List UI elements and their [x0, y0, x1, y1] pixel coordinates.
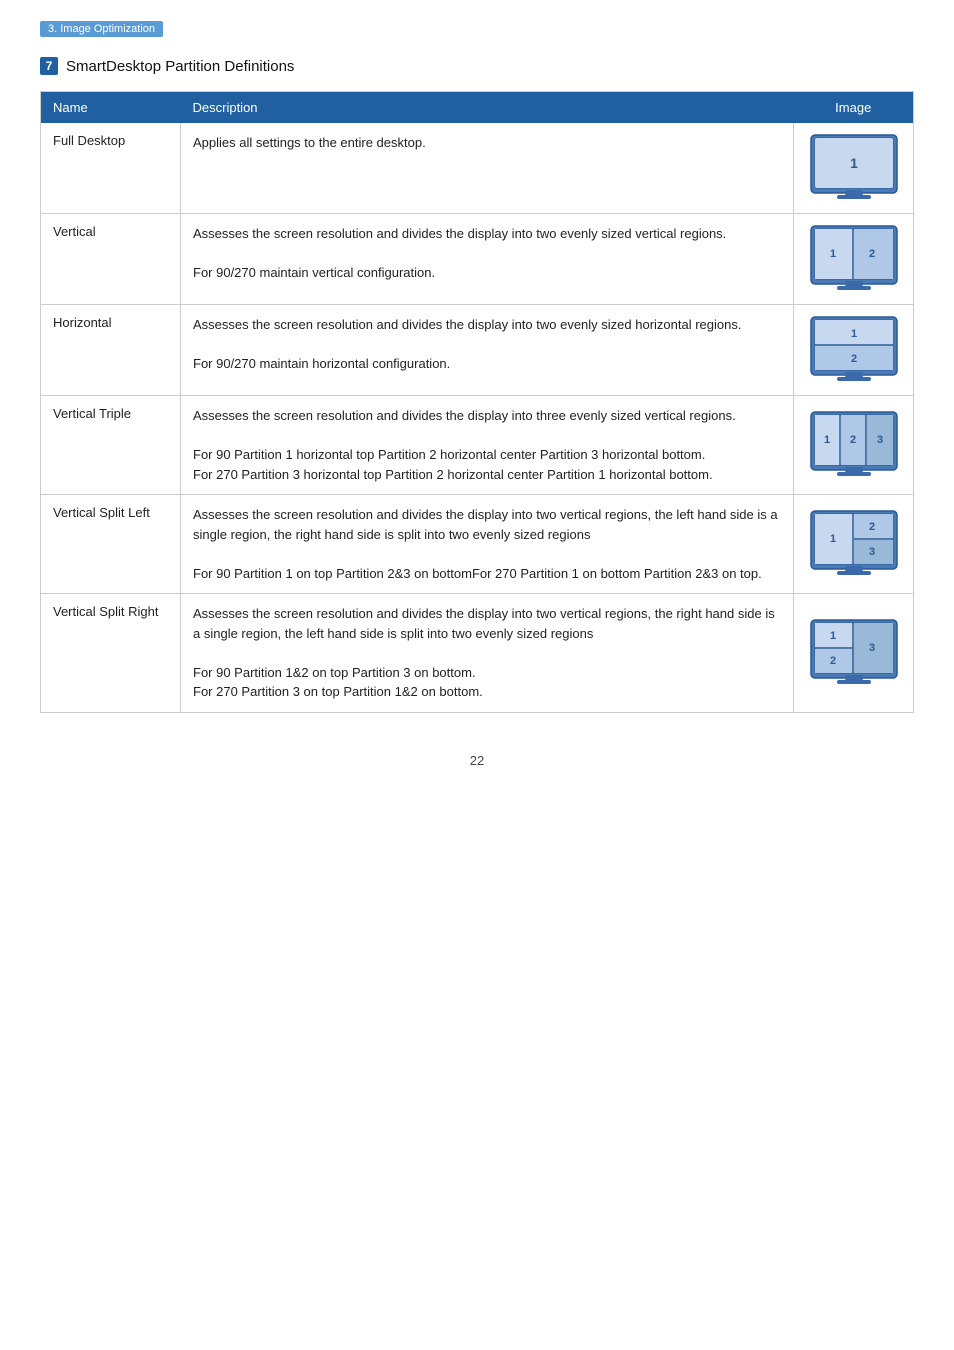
row-name: Vertical Triple [41, 396, 181, 495]
svg-text:2: 2 [829, 655, 835, 667]
row-description: Assesses the screen resolution and divid… [181, 594, 794, 713]
table-row: Vertical Split RightAssesses the screen … [41, 594, 914, 713]
row-image: 1 2 3 [794, 594, 914, 713]
svg-text:2: 2 [849, 434, 855, 446]
row-image: 1 2 [794, 305, 914, 396]
svg-text:2: 2 [850, 353, 856, 365]
definitions-table: Name Description Image Full DesktopAppli… [40, 91, 914, 713]
svg-text:2: 2 [868, 521, 874, 533]
row-name: Full Desktop [41, 123, 181, 214]
row-description: Assesses the screen resolution and divid… [181, 214, 794, 305]
table-row: HorizontalAssesses the screen resolution… [41, 305, 914, 396]
svg-text:2: 2 [868, 248, 874, 260]
row-description: Assesses the screen resolution and divid… [181, 305, 794, 396]
row-name: Horizontal [41, 305, 181, 396]
row-description: Assesses the screen resolution and divid… [181, 396, 794, 495]
svg-text:1: 1 [829, 533, 835, 545]
table-row: Full DesktopApplies all settings to the … [41, 123, 914, 214]
svg-text:1: 1 [829, 630, 835, 642]
table-header-row: Name Description Image [41, 92, 914, 124]
svg-text:3: 3 [876, 434, 882, 446]
row-image: 1 [794, 123, 914, 214]
header-description: Description [181, 92, 794, 124]
row-name: Vertical Split Left [41, 495, 181, 594]
svg-text:3: 3 [868, 546, 874, 558]
svg-text:1: 1 [850, 155, 858, 171]
table-row: Vertical TripleAssesses the screen resol… [41, 396, 914, 495]
svg-text:3: 3 [868, 642, 874, 654]
header-name: Name [41, 92, 181, 124]
row-name: Vertical [41, 214, 181, 305]
section-title: SmartDesktop Partition Definitions [66, 58, 294, 75]
row-description: Assesses the screen resolution and divid… [181, 495, 794, 594]
table-row: Vertical Split LeftAssesses the screen r… [41, 495, 914, 594]
section-header: 7 SmartDesktop Partition Definitions [40, 57, 914, 75]
row-description: Applies all settings to the entire deskt… [181, 123, 794, 214]
row-image: 1 2 3 [794, 396, 914, 495]
section-number: 7 [40, 57, 58, 75]
row-name: Vertical Split Right [41, 594, 181, 713]
header-image: Image [794, 92, 914, 124]
row-image: 1 2 3 [794, 495, 914, 594]
svg-text:1: 1 [829, 248, 835, 260]
breadcrumb: 3. Image Optimization [40, 21, 163, 37]
svg-text:1: 1 [823, 434, 829, 446]
svg-text:1: 1 [850, 328, 856, 340]
page-number: 22 [40, 753, 914, 768]
table-row: VerticalAssesses the screen resolution a… [41, 214, 914, 305]
row-image: 1 2 [794, 214, 914, 305]
